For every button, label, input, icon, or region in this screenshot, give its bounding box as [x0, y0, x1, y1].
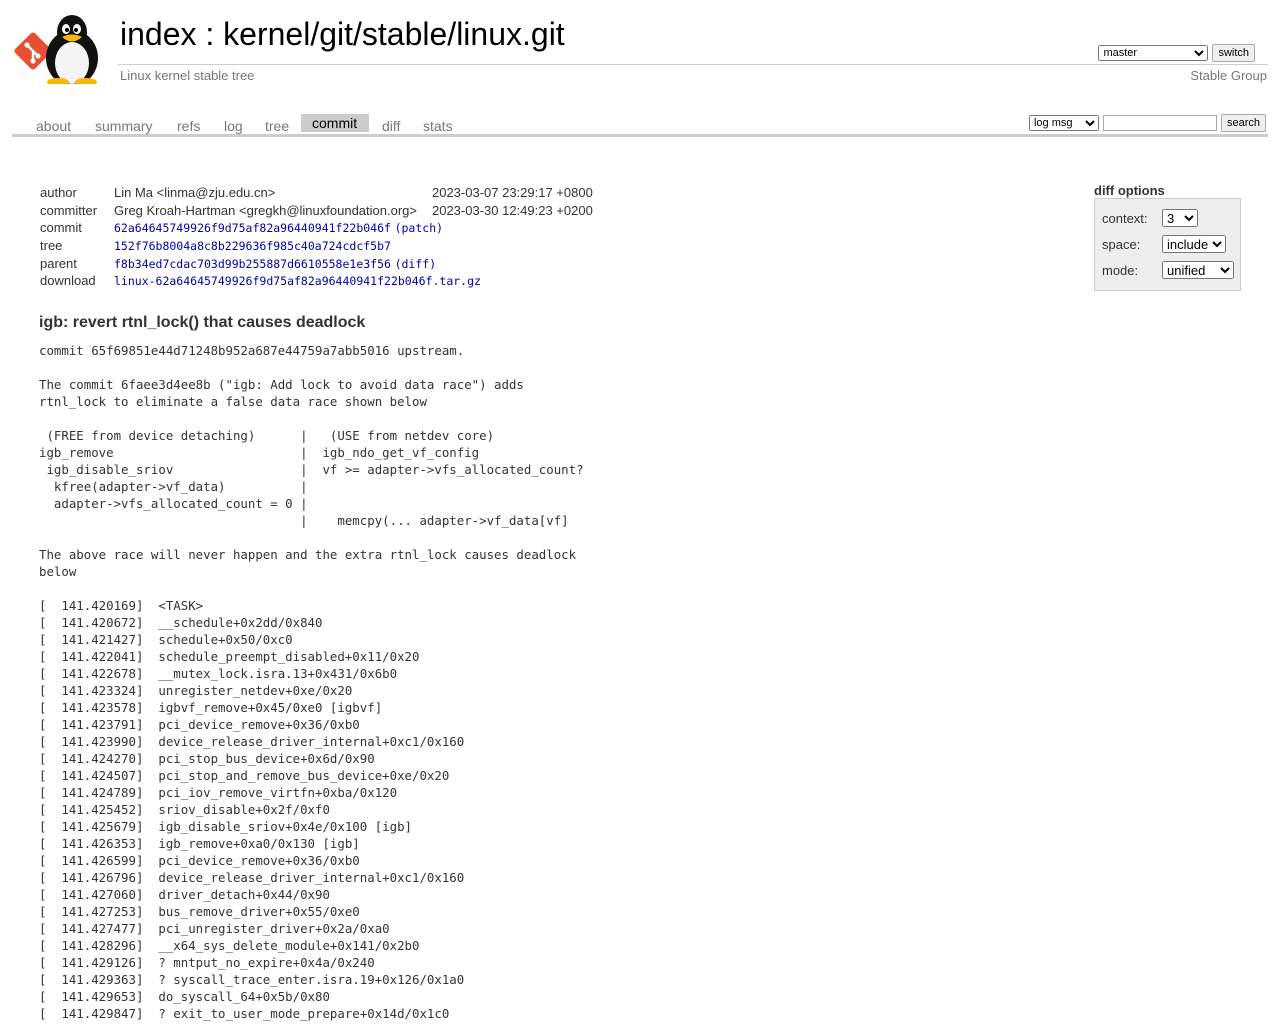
page-title: index : kernel/git/stable/linux.git: [120, 16, 565, 53]
search-button[interactable]: search: [1220, 114, 1266, 132]
mode-select[interactable]: unified: [1162, 261, 1234, 279]
branch-switch-form: master switch: [1098, 44, 1255, 62]
diff-options-title: diff options: [1094, 183, 1165, 198]
repo-description: Linux kernel stable tree: [120, 68, 255, 83]
mode-label: mode:: [1102, 263, 1139, 278]
tab-summary[interactable]: summary: [95, 116, 153, 136]
space-label: space:: [1102, 237, 1141, 252]
tree-sha-link[interactable]: 152f76b8004a8c8b229636f985c40a724cdcf5b7: [114, 239, 391, 253]
author-date: 2023-03-07 23:29:17 +0800: [431, 185, 593, 201]
committer-label: committer: [40, 202, 98, 218]
repo-owner: Stable Group: [1190, 68, 1267, 83]
title-separator: :: [205, 16, 215, 52]
parent-row: parent f8b34ed7cdac703d99b255887d6610558…: [40, 254, 593, 272]
search-mode-select[interactable]: log msg: [1028, 115, 1099, 131]
commit-sha-link[interactable]: 62a64645749926f9d75af82a96440941f22b046f: [114, 221, 391, 235]
parent-sha-link[interactable]: f8b34ed7cdac703d99b255887d6610558e1e3f56: [114, 257, 391, 271]
committer-row: committer Greg Kroah-Hartman <gregkh@lin…: [40, 202, 593, 220]
commit-subject: igb: revert rtnl_lock() that causes dead…: [39, 314, 366, 331]
tab-log[interactable]: log: [224, 116, 243, 136]
tab-stats[interactable]: stats: [423, 116, 453, 136]
download-row: download linux-62a64645749926f9d75af82a9…: [40, 272, 593, 290]
commit-info-table: author Lin Ma <linma@zju.edu.cn> 2023-03…: [40, 184, 593, 290]
search-form: log msg search: [1028, 114, 1266, 132]
commit-row: commit 62a64645749926f9d75af82a96440941f…: [40, 219, 593, 237]
download-link[interactable]: linux-62a64645749926f9d75af82a96440941f2…: [114, 274, 481, 288]
parent-diff-link[interactable]: (diff): [395, 257, 437, 271]
committer-value: Greg Kroah-Hartman <gregkh@linuxfoundati…: [114, 202, 417, 218]
diff-options-panel: context: 3 space: include mode: unified: [1094, 198, 1241, 291]
tab-refs[interactable]: refs: [177, 116, 200, 136]
context-select[interactable]: 3: [1162, 209, 1198, 227]
commit-label: commit: [40, 220, 82, 236]
tab-tree[interactable]: tree: [265, 116, 289, 136]
switch-button[interactable]: switch: [1212, 44, 1255, 62]
patch-link[interactable]: (patch): [395, 221, 443, 235]
branch-select[interactable]: master: [1098, 45, 1209, 61]
parent-label: parent: [40, 255, 77, 271]
commit-message-body: commit 65f69851e44d71248b952a687e44759a7…: [39, 343, 584, 1021]
tree-row: tree 152f76b8004a8c8b229636f985c40a724cd…: [40, 237, 593, 255]
tab-diff[interactable]: diff: [382, 116, 400, 136]
download-label: download: [40, 273, 96, 289]
header-divider: [118, 64, 1268, 65]
repo-link[interactable]: kernel/git/stable/linux.git: [223, 16, 565, 52]
space-select[interactable]: include: [1162, 235, 1226, 253]
committer-date: 2023-03-30 12:49:23 +0200: [431, 202, 593, 218]
context-label: context:: [1102, 211, 1148, 226]
tree-label: tree: [40, 238, 63, 254]
git-tux-logo-icon[interactable]: [14, 12, 110, 84]
author-label: author: [40, 185, 77, 201]
author-value: Lin Ma <linma@zju.edu.cn>: [114, 185, 276, 201]
author-row: author Lin Ma <linma@zju.edu.cn> 2023-03…: [40, 184, 593, 202]
search-input[interactable]: [1102, 115, 1217, 131]
index-link[interactable]: index: [120, 16, 197, 52]
tab-commit[interactable]: commit: [301, 114, 370, 132]
tab-about[interactable]: about: [36, 116, 71, 136]
